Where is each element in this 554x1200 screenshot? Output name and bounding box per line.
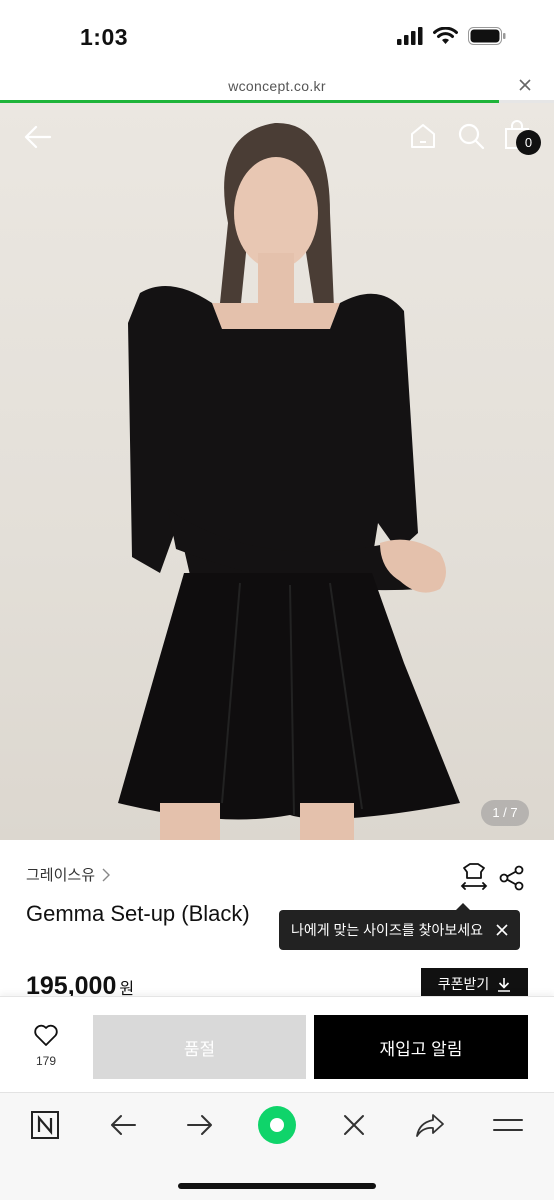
back-arrow-icon[interactable] <box>22 121 54 153</box>
sold-out-button[interactable]: 품절 <box>93 1015 306 1079</box>
battery-icon <box>468 27 506 45</box>
restock-alert-button[interactable]: 재입고 알림 <box>314 1015 528 1079</box>
share-arrow-icon <box>416 1114 444 1137</box>
product-title: Gemma Set-up (Black) <box>26 901 250 926</box>
browser-menu-button[interactable] <box>492 1109 524 1141</box>
like-button[interactable]: 179 <box>20 1023 72 1068</box>
home-icon[interactable] <box>408 121 438 151</box>
product-photo <box>118 122 460 840</box>
browser-toolbar <box>0 1092 554 1200</box>
status-time: 1:03 <box>80 24 129 50</box>
browser-back-button[interactable] <box>107 1109 139 1141</box>
search-icon[interactable] <box>456 121 486 151</box>
product-info: 그레이스유 Gemma Set-up (Black) 나에게 맞는 사이즈를 찾… <box>0 840 554 1000</box>
url-bar: wconcept.co.kr <box>0 72 554 102</box>
download-icon <box>498 977 511 992</box>
home-indicator <box>178 1183 376 1189</box>
brand-link[interactable]: 그레이스유 <box>26 864 111 885</box>
chevron-right-icon <box>102 868 111 881</box>
wifi-icon <box>433 27 458 44</box>
coupon-label: 쿠폰받기 <box>437 976 490 992</box>
heart-icon <box>34 1024 58 1046</box>
purchase-bar: 179 품절 재입고 알림 <box>0 996 554 1092</box>
image-counter: 1 / 7 <box>481 800 529 826</box>
close-icon <box>344 1115 364 1135</box>
close-icon[interactable] <box>494 922 510 938</box>
green-dot-icon <box>258 1106 296 1144</box>
browser-share-button[interactable] <box>414 1109 446 1141</box>
url-text[interactable]: wconcept.co.kr <box>0 78 554 94</box>
arrow-left-icon <box>111 1115 136 1135</box>
naver-home-button[interactable] <box>29 1109 61 1141</box>
green-dot-button[interactable] <box>257 1105 297 1145</box>
browser-forward-button[interactable] <box>184 1109 216 1141</box>
status-icons <box>397 27 506 45</box>
size-guide-icon[interactable] <box>459 862 489 892</box>
share-icon[interactable] <box>498 864 526 892</box>
product-image-gallery[interactable]: 0 1 / 7 <box>0 103 554 840</box>
naver-n-icon <box>31 1111 59 1139</box>
cart-count-badge: 0 <box>516 130 541 155</box>
close-icon[interactable] <box>516 76 534 94</box>
cellular-signal-icon <box>397 27 423 45</box>
size-tooltip: 나에게 맞는 사이즈를 찾아보세요 <box>279 903 520 950</box>
size-tooltip-text: 나에게 맞는 사이즈를 찾아보세요 <box>291 922 483 938</box>
arrow-right-icon <box>187 1115 212 1135</box>
menu-icon <box>493 1119 523 1131</box>
browser-close-button[interactable] <box>338 1109 370 1141</box>
status-bar: 1:03 <box>0 0 554 72</box>
like-count: 179 <box>35 1054 57 1068</box>
brand-name: 그레이스유 <box>26 867 96 884</box>
